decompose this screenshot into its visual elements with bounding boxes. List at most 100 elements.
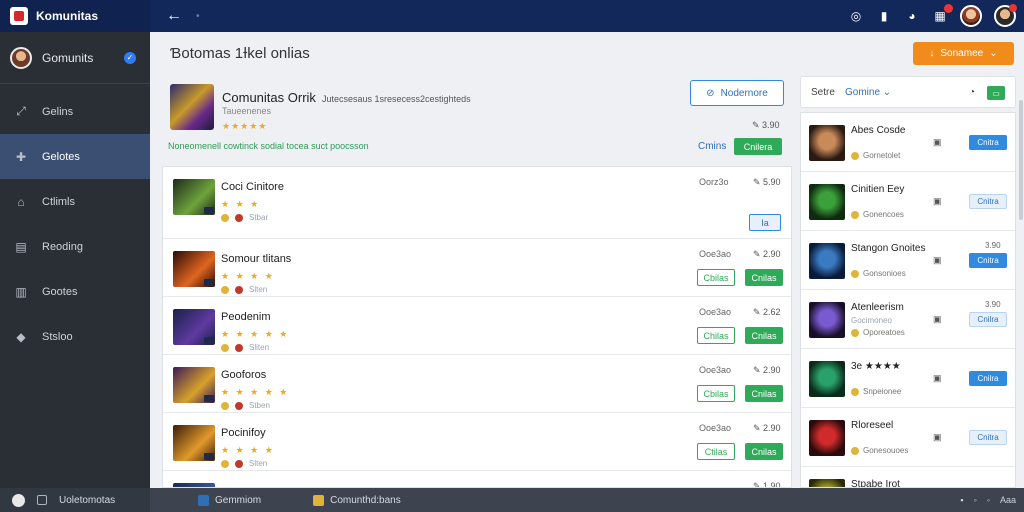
game-thumbnail[interactable] <box>809 479 845 487</box>
info-button[interactable]: Ia <box>749 214 781 231</box>
coin-icon <box>851 269 859 278</box>
platform-badge <box>204 453 214 460</box>
save-icon[interactable]: ▣ <box>933 196 942 207</box>
save-icon[interactable]: ▣ <box>933 137 942 148</box>
save-icon[interactable]: ▣ <box>933 373 942 384</box>
tray-icon[interactable]: ◦ <box>987 495 990 505</box>
play-button[interactable]: Cnilas <box>745 327 783 344</box>
sidebar-item-2[interactable]: ✚ Gelotes <box>0 134 150 179</box>
game-title[interactable]: Pocinifoy <box>221 427 266 439</box>
game-thumbnail[interactable] <box>809 361 845 397</box>
back-arrow-icon[interactable]: ← <box>164 7 184 25</box>
game-thumbnail[interactable] <box>173 309 215 345</box>
play-button[interactable]: Cnitra <box>969 194 1007 209</box>
game-title[interactable]: Stangon Gnoites <box>851 243 926 254</box>
play-button[interactable]: Cnilra <box>969 312 1007 327</box>
list-item[interactable]: Somour tlitans ★ ★ ★ ★ Slten Ooe3ao ✎ 2.90 Cb… <box>163 239 791 297</box>
play-button[interactable]: Cnitra <box>969 253 1007 268</box>
featured-play-button[interactable]: Cnilera <box>734 138 782 155</box>
list-item[interactable]: Stangon Gnoites Gonsonioes ▣ 3.90 Cnitra <box>801 231 1015 290</box>
tray-icon[interactable]: ▪ <box>960 495 963 505</box>
brand[interactable]: Komunitas <box>0 0 150 32</box>
secondary-button[interactable]: Ctilas <box>697 443 735 460</box>
user-avatar[interactable] <box>960 5 982 27</box>
featured-title[interactable]: Comunitas Orrik <box>222 90 316 105</box>
notification-icon[interactable]: ▦ <box>932 4 953 24</box>
game-thumbnail[interactable] <box>173 179 215 215</box>
game-thumbnail[interactable] <box>809 302 845 338</box>
sidebar-item-3[interactable]: ⌂ Ctlimls <box>0 179 150 224</box>
list-item[interactable]: Cinitien Eey Gonencoes ▣ Cnitra <box>801 172 1015 231</box>
sidebar-item-5[interactable]: ▥ Gootes <box>0 269 150 314</box>
add-button[interactable]: ▭ <box>987 86 1005 100</box>
game-title[interactable]: Atenleerism <box>851 302 904 313</box>
play-button[interactable]: Cnilas <box>745 385 783 402</box>
game-title[interactable]: Gooforos <box>221 369 266 381</box>
list-item[interactable]: Coci Cinitore ★ ★ ★ Stbar Oorz3o ✎ 5.90 Ia <box>163 167 791 239</box>
sync-icon[interactable]: ◎ <box>848 8 864 24</box>
taskbar-item-1[interactable]: Gemmiom <box>198 494 261 506</box>
game-thumbnail[interactable] <box>173 367 215 403</box>
friend-avatar[interactable] <box>994 4 1017 27</box>
bookmark-icon[interactable]: ▮ <box>876 8 892 24</box>
game-thumbnail[interactable] <box>809 420 845 456</box>
list-item[interactable]: Abes Cosde Gornetolet ▣ Cnitra <box>801 113 1015 172</box>
filter-select[interactable]: Gomine ⌄ <box>845 87 891 98</box>
featured-share-button[interactable]: ⊘ Nodernore <box>690 80 784 106</box>
grid-icon: ▤ <box>15 239 27 254</box>
game-thumbnail[interactable] <box>809 184 845 220</box>
save-icon[interactable]: ▣ <box>933 314 942 325</box>
sidebar-item-4[interactable]: ▤ Reoding <box>0 224 150 269</box>
sort-button[interactable]: ↓ Sonamee ⌄ <box>913 42 1014 65</box>
secondary-button[interactable]: Cbilas <box>697 385 735 402</box>
expand-icon: ⤢ <box>16 104 26 118</box>
featured-link[interactable]: Cmins <box>698 141 726 152</box>
list-item[interactable]: Rloreseel Gonesouoes ▣ Cnitra <box>801 408 1015 467</box>
taskbar-start[interactable]: Uoletomotas <box>0 488 150 512</box>
search-icon[interactable]: ◔ <box>969 87 975 98</box>
secondary-button[interactable]: Chilas <box>697 327 735 344</box>
game-thumbnail[interactable] <box>809 243 845 279</box>
game-title[interactable]: 3e ★★★★ <box>851 361 901 372</box>
coin-icon <box>221 285 229 294</box>
play-button[interactable]: Cnilra <box>969 371 1007 386</box>
featured-thumbnail[interactable] <box>170 84 214 130</box>
list-item[interactable]: 3e ★★★★ Snpeionee ▣ Cnilra <box>801 349 1015 408</box>
featured-subtitle: Taueenenes <box>222 106 272 116</box>
tray-icon[interactable]: ◦ <box>974 495 977 505</box>
list-item[interactable]: ✎ 1.90 <box>163 471 791 487</box>
game-thumbnail[interactable] <box>173 425 215 461</box>
save-icon[interactable]: ▣ <box>933 432 942 443</box>
sidebar-item-1[interactable]: ⤢ Gelins <box>0 89 150 134</box>
app-title: Komunitas <box>36 9 99 23</box>
play-button[interactable]: Cnilas <box>745 269 783 286</box>
scrollbar[interactable] <box>1019 100 1023 220</box>
game-thumbnail[interactable] <box>173 251 215 287</box>
taskbar-item-2[interactable]: Comunthd:bans <box>313 494 401 506</box>
game-title[interactable]: Rloreseel <box>851 420 893 431</box>
game-stars: ★ ★ ★ ★ <box>221 445 275 455</box>
play-button[interactable]: Cnitra <box>969 430 1007 445</box>
game-title[interactable]: Somour tlitans <box>221 253 291 265</box>
game-title[interactable]: Coci Cinitore <box>221 181 284 193</box>
list-item[interactable]: Gooforos ★ ★ ★ ★ ★ Stben Ooe3ao ✎ 2.90 Cbilas… <box>163 355 791 413</box>
secondary-button[interactable]: Cbilas <box>697 269 735 286</box>
game-thumbnail[interactable] <box>809 125 845 161</box>
game-title[interactable]: Peodenim <box>221 311 271 323</box>
list-item[interactable]: Stpabe Irot▣ <box>801 467 1015 487</box>
game-title[interactable]: Stpabe Irot <box>851 479 900 487</box>
game-title[interactable]: Abes Cosde <box>851 125 905 136</box>
gamepad-icon[interactable]: ◕ <box>904 8 920 24</box>
save-icon[interactable]: ▣ <box>933 255 942 266</box>
list-item[interactable]: Peodenim ★ ★ ★ ★ ★ Sliten Ooe3ao ✎ 2.62 Chila… <box>163 297 791 355</box>
sidebar-item-6[interactable]: ◆ Stsloo <box>0 314 150 359</box>
platform-badge <box>204 337 214 344</box>
play-button[interactable]: Cnitra <box>969 135 1007 150</box>
sidebar-user[interactable]: Gomunits ✓ <box>0 32 150 84</box>
game-meta: Sliten <box>221 343 269 352</box>
list-item[interactable]: Pocinifoy ★ ★ ★ ★ Slten Ooe3ao ✎ 2.90 Ctilas C… <box>163 413 791 471</box>
game-title[interactable]: Cinitien Eey <box>851 184 904 195</box>
app-icon <box>313 494 325 506</box>
list-item[interactable]: Atenleerism Gocimoneo Oporeatoes ▣ 3.90 Cnilr… <box>801 290 1015 349</box>
play-button[interactable]: Cnilas <box>745 443 783 460</box>
